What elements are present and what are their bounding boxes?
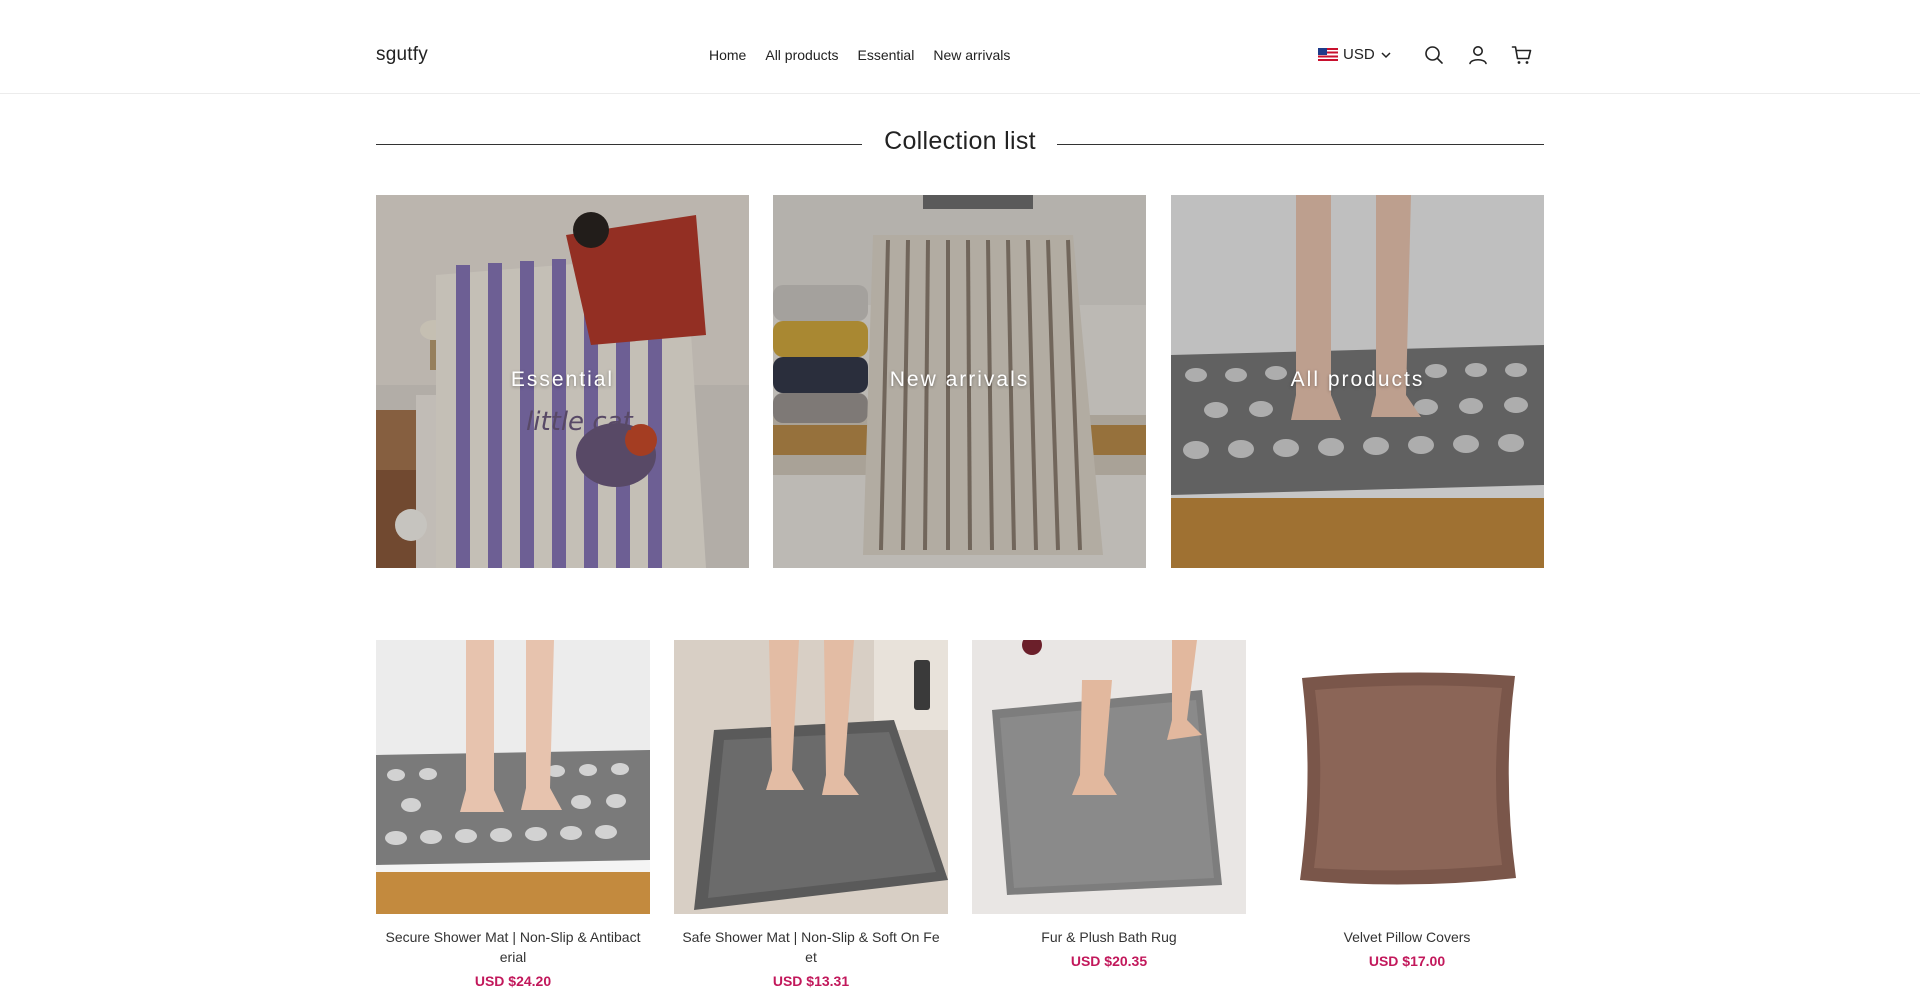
collection-list-header: Collection list xyxy=(376,127,1544,161)
nav-all-products[interactable]: All products xyxy=(765,47,838,63)
collection-label-all-products: All products xyxy=(1290,368,1425,391)
product-card[interactable]: Fur & Plush Bath Rug USD $20.35 xyxy=(972,640,1246,969)
product-image[interactable] xyxy=(376,640,650,914)
section-title: Collection list xyxy=(884,127,1036,155)
cart-icon[interactable] xyxy=(1510,43,1534,67)
nav-essential[interactable]: Essential xyxy=(858,47,915,63)
product-title[interactable]: Safe Shower Mat | Non-Slip & Soft On Fee… xyxy=(674,927,948,967)
product-image[interactable] xyxy=(674,640,948,914)
product-card[interactable]: Velvet Pillow Covers USD $17.00 xyxy=(1270,640,1544,969)
currency-selector[interactable]: USD xyxy=(1318,46,1392,63)
product-price: USD $13.31 xyxy=(772,973,850,989)
product-title[interactable]: Fur & Plush Bath Rug xyxy=(972,927,1246,947)
nav-new-arrivals[interactable]: New arrivals xyxy=(933,47,1010,63)
nav-home[interactable]: Home xyxy=(709,47,746,63)
account-icon[interactable] xyxy=(1466,43,1490,67)
us-flag-icon xyxy=(1318,48,1338,61)
collection-card-new-arrivals[interactable]: New arrivals xyxy=(773,195,1146,568)
chevron-down-icon xyxy=(1381,51,1391,58)
store-logo[interactable]: sgutfy xyxy=(376,44,428,66)
collection-card-essential[interactable]: little cat Essential xyxy=(376,195,749,568)
product-title[interactable]: Velvet Pillow Covers xyxy=(1270,927,1544,947)
collection-label-essential: Essential xyxy=(510,368,615,391)
main-nav: Home All products Essential New arrivals xyxy=(709,47,1029,63)
site-header: sgutfy Home All products Essential New a… xyxy=(0,0,1920,94)
product-title[interactable]: Secure Shower Mat | Non-Slip & Antibacte… xyxy=(376,927,650,967)
divider-right xyxy=(1057,144,1544,145)
product-card[interactable]: Safe Shower Mat | Non-Slip & Soft On Fee… xyxy=(674,640,948,989)
product-price: USD $20.35 xyxy=(1070,953,1148,969)
product-price: USD $24.20 xyxy=(474,973,552,989)
currency-label: USD xyxy=(1343,46,1375,63)
collection-label-new-arrivals: New arrivals xyxy=(889,368,1030,391)
product-card[interactable]: Secure Shower Mat | Non-Slip & Antibacte… xyxy=(376,640,650,989)
search-icon[interactable] xyxy=(1422,43,1446,67)
collection-card-all-products[interactable]: All products xyxy=(1171,195,1544,568)
product-image[interactable] xyxy=(1270,640,1544,914)
product-grid: Secure Shower Mat | Non-Slip & Antibacte… xyxy=(376,640,1544,993)
product-image[interactable] xyxy=(972,640,1246,914)
collection-grid: little cat Essential New arrivals All pr… xyxy=(376,195,1544,568)
product-price: USD $17.00 xyxy=(1368,953,1446,969)
